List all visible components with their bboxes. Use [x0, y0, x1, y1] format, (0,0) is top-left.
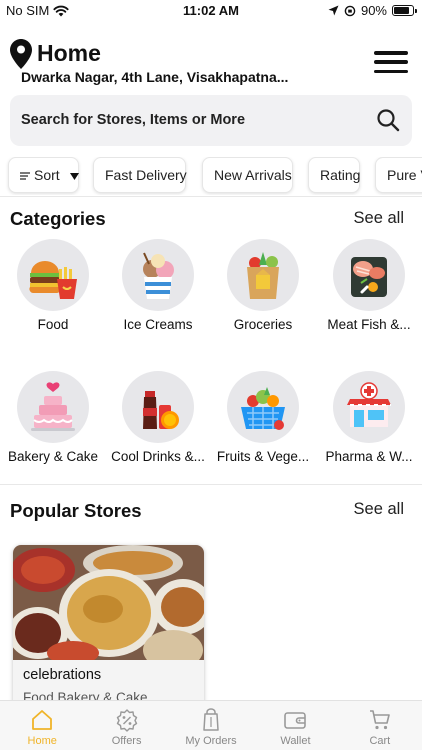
popular-stores-see-all-link[interactable]: See all — [354, 500, 404, 519]
bottom-tab-bar: Home Offers My Orders Wallet Cart — [0, 700, 422, 750]
category-label: Bakery & Cake — [7, 449, 99, 464]
category-groceries[interactable]: Groceries — [211, 239, 315, 332]
filter-chip-pure-veg[interactable]: Pure V — [375, 157, 422, 193]
category-meat-fish[interactable]: Meat Fish &... — [317, 239, 421, 332]
hamburger-line — [374, 60, 408, 64]
search-icon[interactable] — [376, 108, 400, 132]
sort-icon — [20, 172, 30, 180]
ice-cream-icon — [122, 239, 194, 311]
store-card[interactable]: celebrations Food,Bakery & Cake — [13, 545, 204, 715]
sort-chip[interactable]: Sort — [8, 157, 79, 193]
caret-down-icon — [69, 172, 79, 180]
hamburger-line — [374, 69, 408, 73]
category-label: Groceries — [233, 317, 293, 332]
meat-fish-icon — [333, 239, 405, 311]
filter-chip-fast-delivery[interactable]: Fast Delivery — [93, 157, 187, 193]
battery-percent: 90% — [360, 3, 387, 18]
category-label: Meat Fish &... — [327, 317, 411, 332]
fruit-basket-icon — [227, 371, 299, 443]
food-icon — [17, 239, 89, 311]
category-ice-creams[interactable]: Ice Creams — [106, 239, 210, 332]
chip-label: Pure V — [387, 167, 422, 183]
offers-icon — [116, 709, 137, 732]
tab-my-orders[interactable]: My Orders — [169, 701, 253, 750]
delivery-address[interactable]: Dwarka Nagar, 4th Lane, Visakhapatna... — [21, 69, 311, 85]
cake-icon — [17, 371, 89, 443]
store-image — [13, 545, 204, 660]
categories-title: Categories — [10, 208, 106, 229]
orientation-lock-icon — [344, 5, 356, 16]
status-right: 90% — [328, 3, 417, 18]
chip-label: Rating — [320, 167, 361, 183]
tab-label: Home — [27, 735, 57, 747]
tab-cart[interactable]: Cart — [338, 701, 422, 750]
header: Home Dwarka Nagar, 4th Lane, Visakhapatn… — [0, 34, 422, 90]
filter-chips: Sort Fast Delivery New Arrivals Rating P… — [0, 157, 422, 195]
page-title[interactable]: Home — [37, 40, 101, 67]
category-label: Pharma & W... — [325, 449, 413, 464]
search-placeholder: Search for Stores, Items or More — [21, 112, 246, 128]
divider — [0, 484, 422, 485]
status-bar: No SIM 11:02 AM 90% — [0, 0, 422, 22]
wallet-icon — [284, 712, 307, 729]
tab-wallet[interactable]: Wallet — [253, 701, 337, 750]
popular-stores-title: Popular Stores — [10, 500, 142, 521]
tab-label: Offers — [111, 735, 142, 747]
location-arrow-icon — [328, 5, 339, 16]
category-bakery-cake[interactable]: Bakery & Cake — [1, 371, 105, 464]
hamburger-line — [374, 51, 408, 55]
tab-label: My Orders — [185, 735, 237, 747]
category-label: Ice Creams — [123, 317, 193, 332]
battery-icon — [392, 5, 417, 16]
category-fruits-vegetables[interactable]: Fruits & Vege... — [211, 371, 315, 464]
chip-label: Fast Delivery — [105, 167, 187, 183]
categories-see-all-link[interactable]: See all — [354, 209, 404, 228]
chip-label: New Arrivals — [214, 167, 292, 183]
category-label: Food — [37, 317, 69, 332]
sort-label: Sort — [34, 167, 60, 183]
category-pharma[interactable]: Pharma & W... — [317, 371, 421, 464]
cart-icon — [369, 710, 390, 730]
category-food[interactable]: Food — [1, 239, 105, 332]
pharmacy-icon — [333, 371, 405, 443]
tab-offers[interactable]: Offers — [84, 701, 168, 750]
tab-home[interactable]: Home — [0, 701, 84, 750]
category-cool-drinks[interactable]: Cool Drinks &... — [106, 371, 210, 464]
category-label: Fruits & Vege... — [216, 449, 310, 464]
tab-label: Wallet — [280, 735, 311, 747]
filter-chip-rating[interactable]: Rating — [308, 157, 360, 193]
category-label: Cool Drinks &... — [111, 449, 205, 464]
menu-button[interactable] — [374, 51, 408, 73]
divider — [0, 196, 422, 197]
location-pin-icon — [10, 39, 32, 69]
cool-drinks-icon — [122, 371, 194, 443]
orders-icon — [203, 708, 219, 731]
groceries-icon — [227, 239, 299, 311]
store-name: celebrations — [23, 667, 102, 683]
search-bar[interactable]: Search for Stores, Items or More — [10, 95, 412, 146]
filter-chip-new-arrivals[interactable]: New Arrivals — [202, 157, 293, 193]
tab-label: Cart — [369, 735, 391, 747]
battery-level — [394, 7, 410, 14]
home-icon — [32, 710, 53, 730]
